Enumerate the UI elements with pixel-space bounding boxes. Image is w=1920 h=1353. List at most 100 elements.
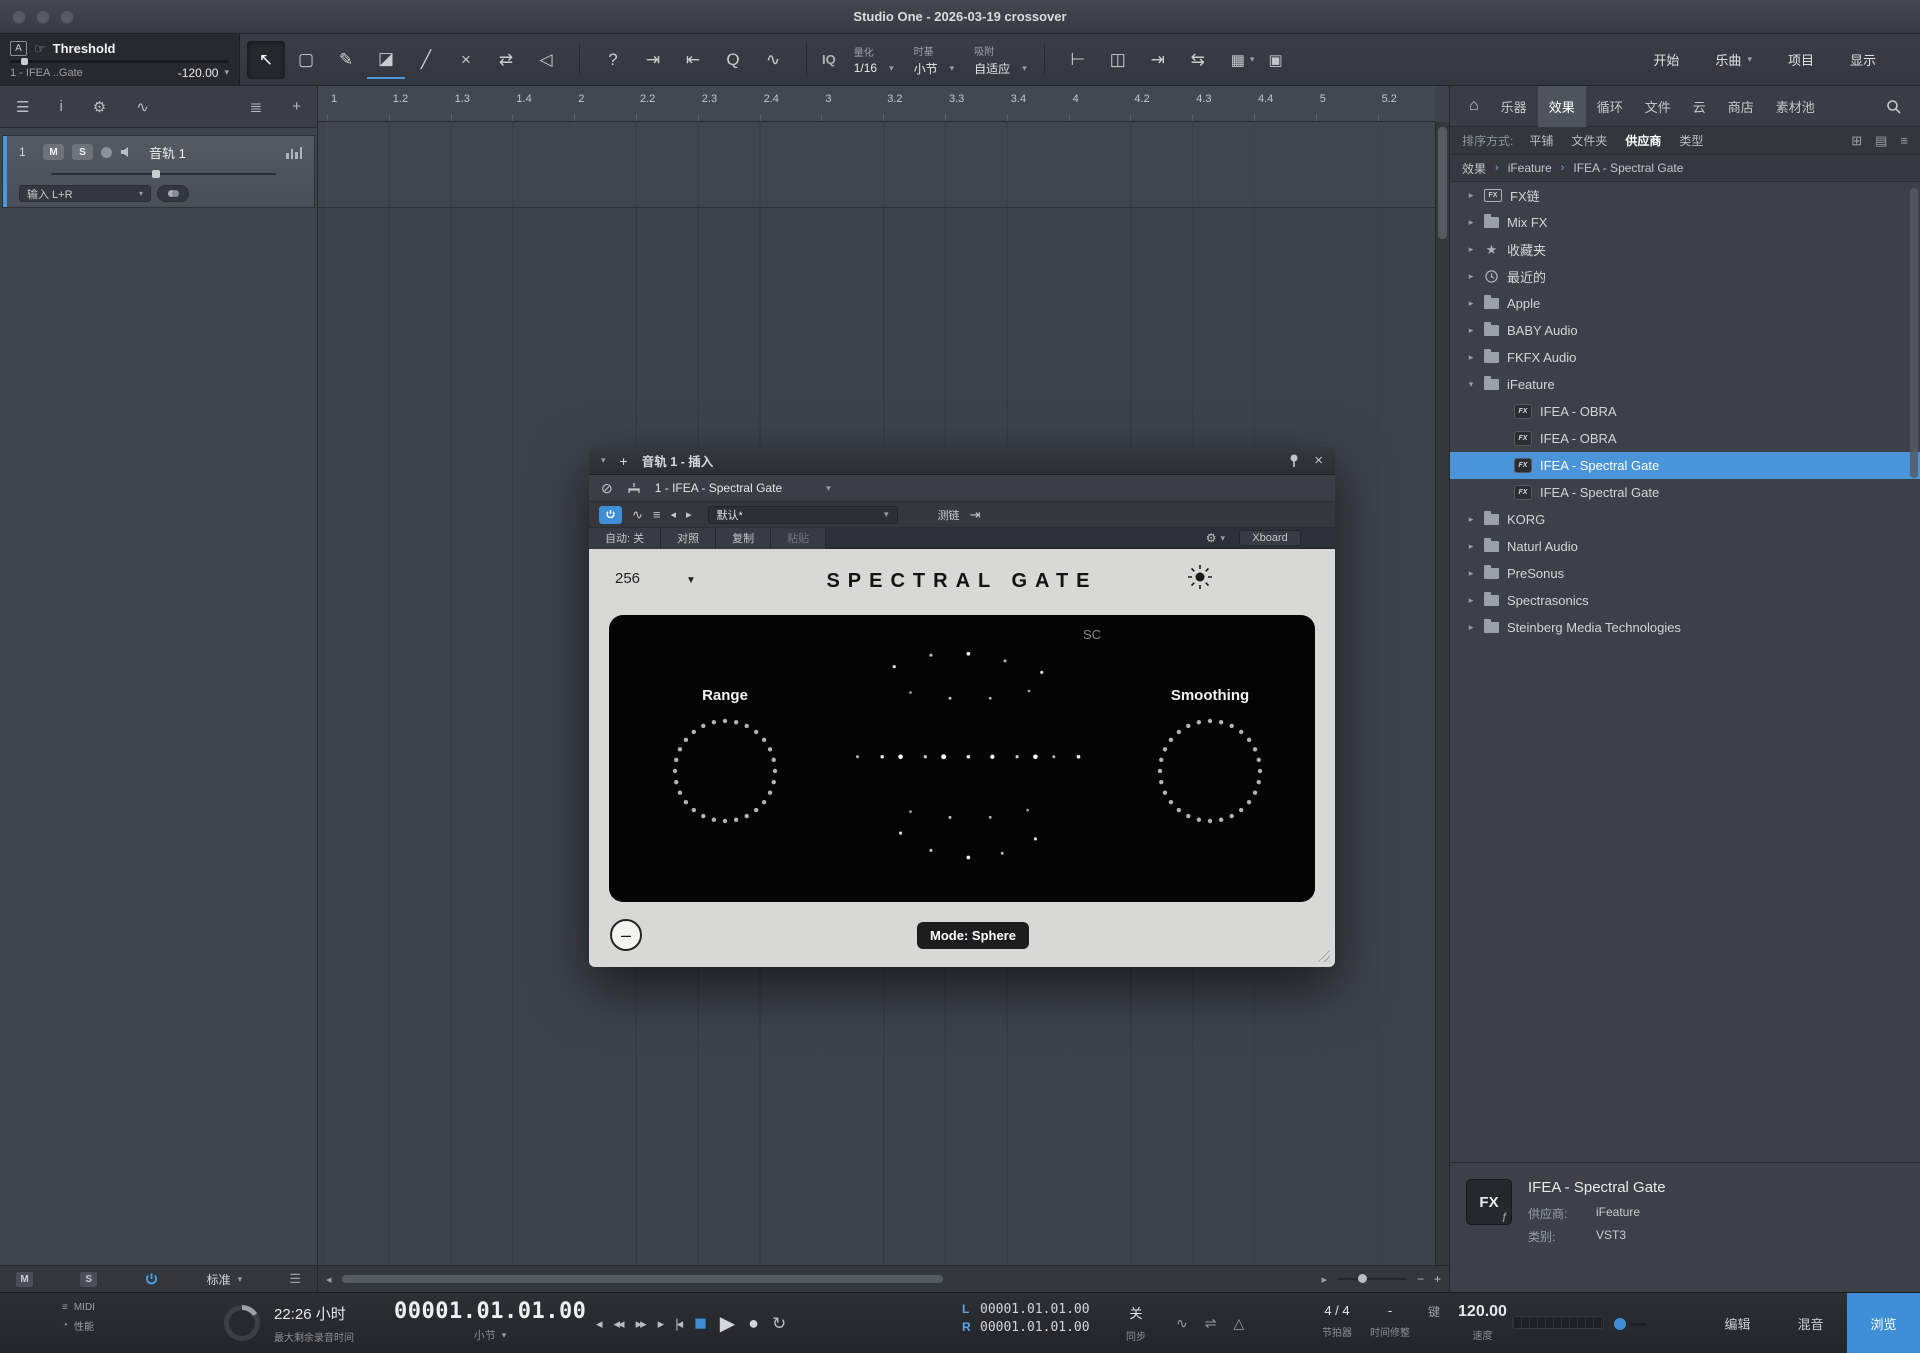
horizontal-scrollbar[interactable]: ◂ ▸ − + (318, 1265, 1449, 1292)
xboard-button[interactable]: Xboard (1239, 530, 1301, 546)
chevron-collapsed-icon[interactable]: ▸ (1466, 514, 1476, 525)
chevron-down-icon[interactable]: ▾ (826, 483, 831, 494)
chevron-collapsed-icon[interactable]: ▸ (1466, 352, 1476, 363)
tree-scrollbar-thumb[interactable] (1910, 188, 1918, 478)
arrow-tool[interactable]: ↖ (247, 41, 285, 79)
preset-list-icon[interactable]: ≡ (653, 507, 661, 522)
snap-relative-icon[interactable]: ⇆ (1179, 41, 1217, 79)
to-start-button[interactable]: |◂ (675, 1316, 681, 1332)
add-insert-button[interactable]: + (620, 453, 628, 469)
chevron-collapsed-icon[interactable]: ▸ (1466, 325, 1476, 336)
tab-pool[interactable]: 素材池 (1765, 86, 1826, 127)
project-button[interactable]: 项目 (1788, 50, 1814, 69)
input-quantize-label[interactable]: IQ (814, 34, 844, 85)
performance-button[interactable]: ◔性能 (62, 1318, 95, 1333)
automation-curve-icon[interactable]: ∿ (632, 507, 643, 523)
footer-menu-icon[interactable]: ☰ (289, 1271, 301, 1287)
tree-item[interactable]: FXIFEA - OBRA (1450, 398, 1920, 425)
macro-value[interactable]: -120.00 (178, 66, 219, 80)
power-icon[interactable] (144, 1272, 159, 1287)
breadcrumb-item[interactable]: iFeature (1508, 161, 1552, 175)
routing-icon[interactable] (627, 482, 641, 494)
sort-option[interactable]: 文件夹 (1571, 132, 1607, 149)
zoom-window-button[interactable] (60, 10, 74, 24)
help-button[interactable]: ? (594, 41, 632, 79)
vertical-scrollbar[interactable] (1435, 122, 1449, 1265)
plugin-settings-button[interactable]: ⚙ ▾ (1198, 531, 1233, 545)
horizontal-scrollbar-thumb[interactable] (342, 1275, 943, 1283)
chevron-collapsed-icon[interactable]: ▸ (1466, 244, 1476, 255)
next-preset-icon[interactable]: ▸ (686, 508, 692, 521)
filter-icon[interactable]: ⊞ (1851, 133, 1862, 149)
chevron-down-icon[interactable]: ▾ (224, 67, 229, 78)
main-time-display[interactable]: 00001.01.01.00 小节▾ (394, 1299, 586, 1343)
range-tool[interactable]: ▢ (287, 41, 325, 79)
chevron-down-icon[interactable]: ▾ (502, 1330, 507, 1341)
tree-item[interactable]: ▸Apple (1450, 290, 1920, 317)
chevron-expanded-icon[interactable]: ▾ (1466, 379, 1476, 390)
tree-item[interactable]: ▸KORG (1450, 506, 1920, 533)
breadcrumb-item[interactable]: 效果 (1462, 160, 1486, 177)
vertical-scrollbar-thumb[interactable] (1438, 127, 1447, 239)
chevron-collapsed-icon[interactable]: ▸ (1466, 190, 1476, 201)
tempo-track-icon[interactable]: ∿ (1176, 1315, 1188, 1332)
plugin-window-titlebar[interactable]: ▾ + 音轨 1 - 插入 × (589, 447, 1335, 475)
song-button[interactable]: 乐曲▾ (1715, 50, 1752, 69)
previous-preset-icon[interactable]: ◂ (671, 508, 677, 521)
macro-value-slider[interactable] (10, 60, 229, 63)
zoom-in-button[interactable]: + (1434, 1272, 1441, 1286)
view-mix-button[interactable]: 混音 (1774, 1293, 1847, 1353)
bypass-all-icon[interactable]: ⊘ (601, 480, 613, 497)
snap-bar-icon[interactable]: ⊢ (1059, 41, 1097, 79)
grid-options-button[interactable]: ▦ ▾ (1224, 34, 1262, 85)
chevron-collapsed-icon[interactable]: ▸ (1466, 541, 1476, 552)
tree-item[interactable]: ▾iFeature (1450, 371, 1920, 398)
snap-grid-icon[interactable]: ◫ (1099, 41, 1137, 79)
tree-item[interactable]: ▸BABY Audio (1450, 317, 1920, 344)
view-edit-button[interactable]: 编辑 (1701, 1293, 1774, 1353)
automation-icon[interactable]: ∿ (136, 98, 149, 116)
automation-mode-dropdown[interactable]: 标准 ▾ (207, 1271, 243, 1288)
close-window-button[interactable] (12, 10, 26, 24)
tree-item[interactable]: ▸PreSonus (1450, 560, 1920, 587)
tree-item[interactable]: ▸FXFX链 (1450, 182, 1920, 209)
loop-button[interactable]: ↻ (772, 1314, 786, 1334)
chevron-collapsed-icon[interactable]: ▸ (1466, 271, 1476, 282)
collapse-button[interactable]: – (610, 919, 642, 951)
transport-value-pair[interactable]: 键 (1428, 1303, 1440, 1342)
solo-button[interactable]: S (72, 144, 93, 160)
transport-value-pair[interactable]: -时间修整 (1370, 1303, 1410, 1342)
display-button[interactable]: 显示 (1850, 50, 1876, 69)
stop-button[interactable]: ■ (694, 1312, 707, 1336)
preset-dropdown[interactable]: 默认* ▾ (708, 506, 898, 524)
close-icon[interactable]: × (1314, 452, 1323, 469)
monitor-icon[interactable] (120, 146, 135, 158)
mute-button[interactable]: M (43, 144, 64, 160)
zoom-tool[interactable]: Q (714, 41, 752, 79)
tree-item[interactable]: ▸Spectrasonics (1450, 587, 1920, 614)
eraser-tool[interactable]: ◪ (367, 41, 405, 79)
zoom-out-button[interactable]: − (1417, 1272, 1424, 1286)
stereo-link-toggle[interactable] (157, 185, 189, 202)
window-menu-icon[interactable]: ▾ (601, 455, 606, 466)
paint-tool[interactable]: ╱ (407, 41, 445, 79)
automation-toggle[interactable]: 自动: 关 (589, 528, 661, 549)
zoom-slider[interactable] (1337, 1278, 1407, 1280)
tab-effects[interactable]: 效果 (1538, 86, 1586, 127)
breadcrumb-item[interactable]: IFEA - Spectral Gate (1573, 161, 1683, 175)
quantize-dropdown[interactable]: 量化 1/16▾ (844, 34, 904, 85)
zoom-slider-handle[interactable] (1358, 1274, 1367, 1283)
minimize-window-button[interactable] (36, 10, 50, 24)
chevron-collapsed-icon[interactable]: ▸ (1466, 622, 1476, 633)
list-view-icon[interactable]: ≡ (1900, 133, 1908, 149)
tree-item[interactable]: ▸FKFX Audio (1450, 344, 1920, 371)
tree-item[interactable]: FXIFEA - Spectral Gate (1450, 479, 1920, 506)
track-name[interactable]: 音轨 1 (149, 143, 186, 162)
track-lane[interactable] (318, 122, 1435, 208)
tree-item[interactable]: ▸Naturl Audio (1450, 533, 1920, 560)
autoscroll-icon[interactable]: ⇤ (674, 41, 712, 79)
tab-instruments[interactable]: 乐器 (1490, 86, 1538, 127)
play-button[interactable]: ▶ (720, 1311, 735, 1336)
record-panel-button[interactable]: ▣ (1261, 34, 1289, 85)
tab-search[interactable] (1875, 86, 1912, 127)
